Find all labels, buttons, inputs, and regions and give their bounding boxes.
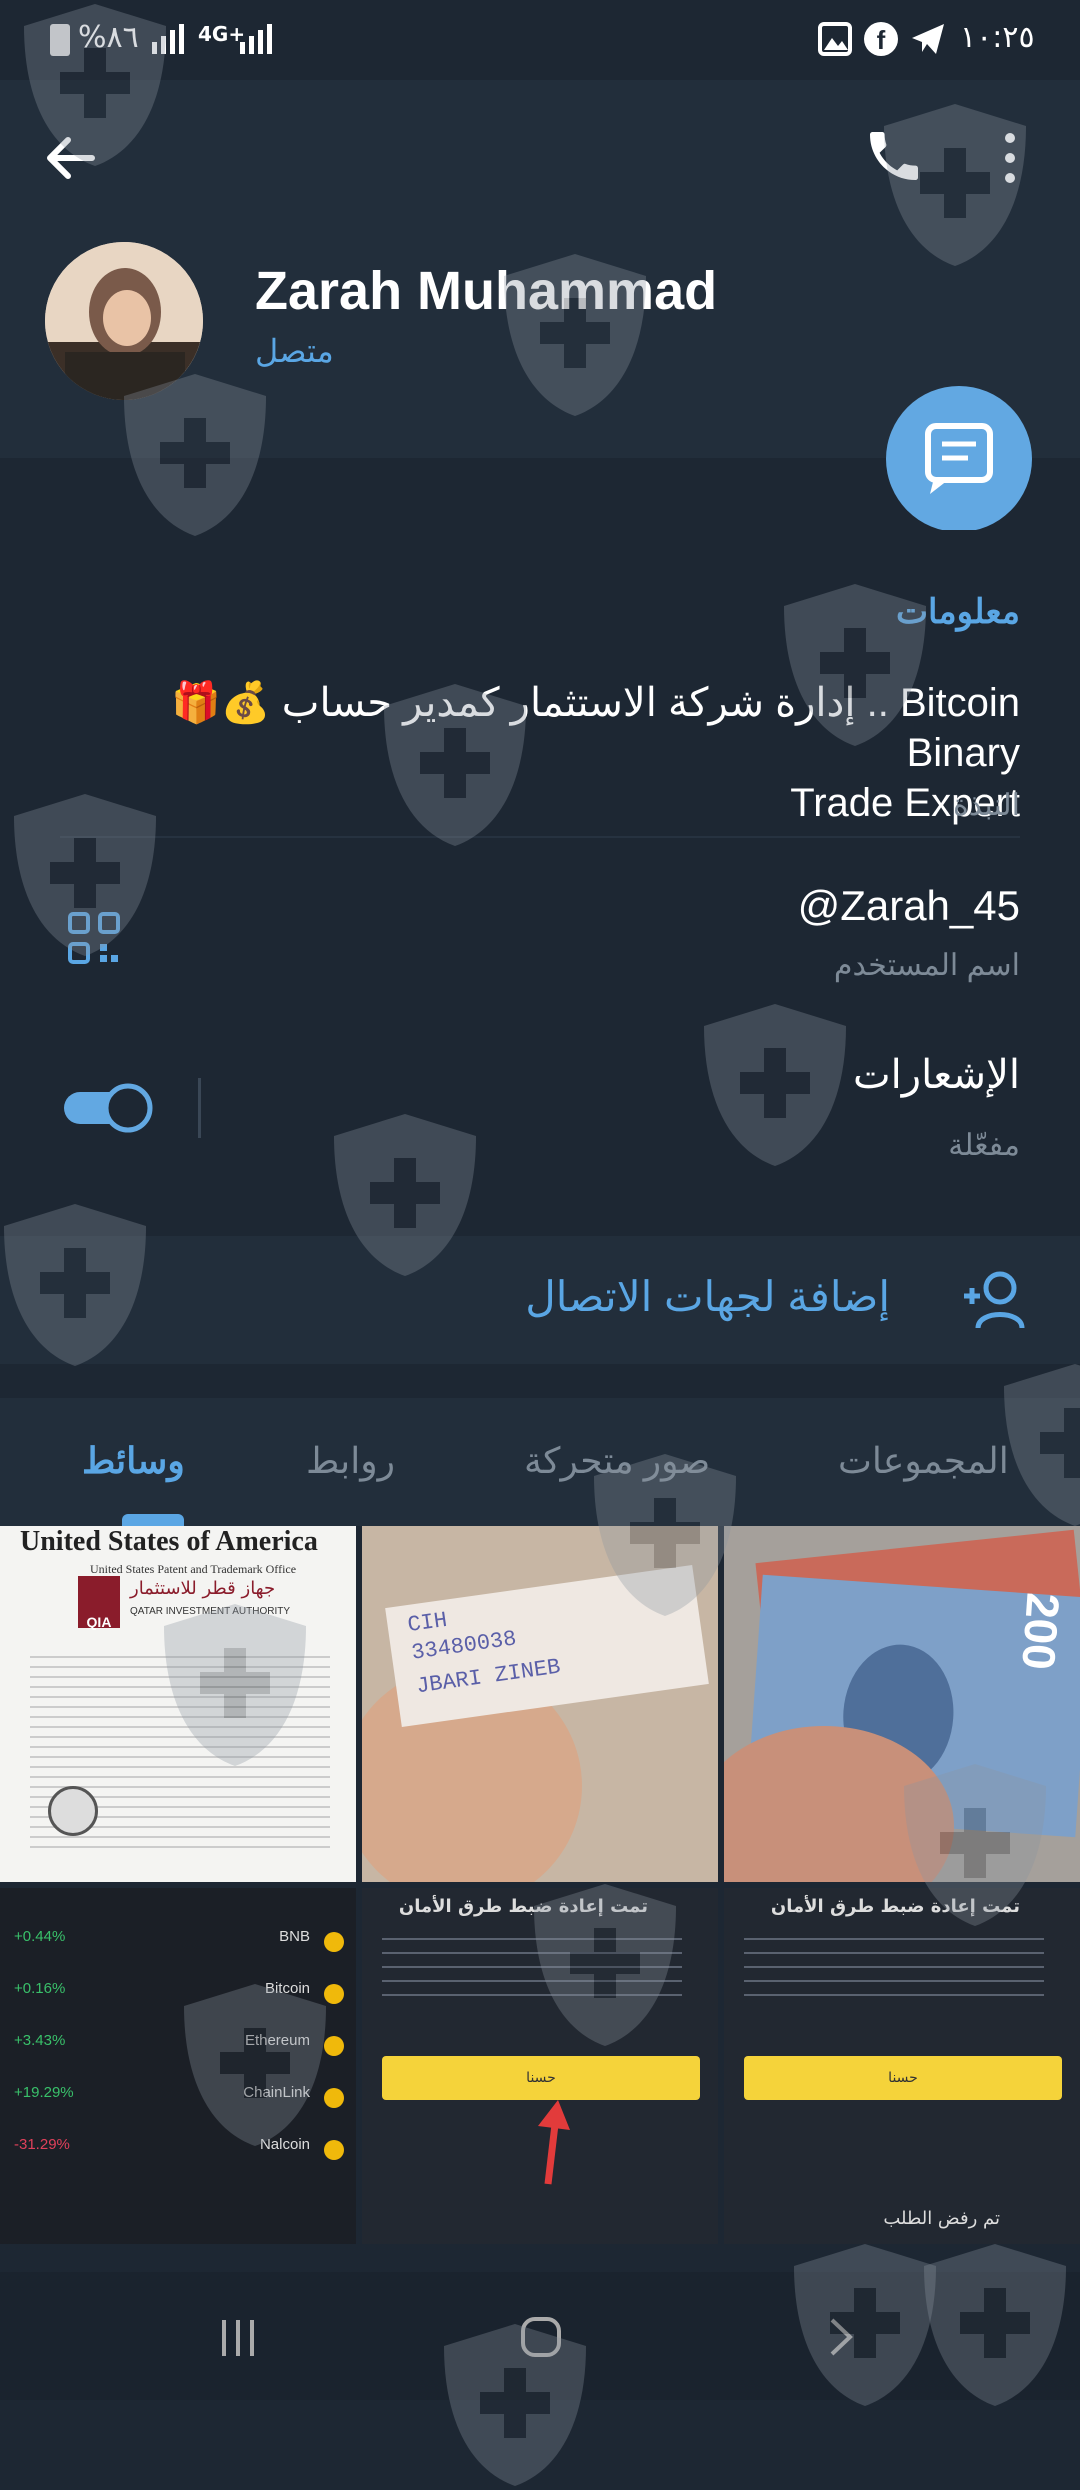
crypto-name: Bitcoin	[264, 1980, 310, 1997]
username[interactable]: @Zarah_45	[798, 882, 1020, 930]
crypto-change: +0.44%	[14, 1928, 66, 1945]
telegram-icon	[910, 22, 946, 56]
reset-title-1: تمت إعادة ضبط طرق الأمان	[398, 1896, 648, 1917]
reset-body-1	[382, 1938, 682, 1998]
ok-label-1: حسنا	[526, 2070, 556, 2086]
media-tabs: وسائط روابط صور متحركة المجموعات	[0, 1398, 1080, 1526]
info-section: معلومات Bitcoin .. إدارة شركة الاستثمار …	[0, 530, 1080, 1200]
avatar[interactable]	[45, 242, 203, 400]
active-tab-indicator	[122, 1514, 184, 1526]
crypto-name: ChainLink	[243, 2084, 310, 2101]
tab-media[interactable]: وسائط	[82, 1440, 185, 1482]
signal-icon	[150, 22, 190, 56]
divider	[60, 836, 1020, 838]
crypto-name: BNB	[279, 1928, 310, 1945]
paper-note: CIH 33480038 JBARI ZINEB	[385, 1565, 709, 1727]
add-user-icon	[960, 1266, 1028, 1334]
qr-code-icon[interactable]	[68, 912, 120, 964]
doc-seal	[48, 1786, 98, 1836]
more-options-icon[interactable]	[1000, 128, 1020, 188]
contact-name: Zarah Muhammad	[255, 261, 718, 321]
notifications-title: الإشعارات	[852, 1053, 1020, 1097]
doc-org-ar: جهاز قطر للاستثمار	[130, 1578, 276, 1599]
signal-icon-2	[238, 22, 278, 56]
ok-button-1[interactable]: حسنا	[382, 2056, 700, 2100]
battery-icon	[50, 24, 70, 56]
red-arrow-icon	[528, 2096, 578, 2186]
home-icon[interactable]	[520, 2316, 562, 2358]
online-status: متصل	[255, 333, 334, 369]
notifications-toggle[interactable]	[62, 1082, 154, 1134]
qia-logo: QIA	[78, 1576, 120, 1630]
username-label: اسم المستخدم	[833, 949, 1020, 982]
doc-title: United States of America	[20, 1526, 318, 1557]
status-bar: %٨٦ 4G+ f ١٠:٢٥	[0, 0, 1080, 80]
message-button[interactable]	[886, 386, 1032, 532]
crypto-coin-icon	[324, 2088, 344, 2108]
doc-subtitle: United States Patent and Trademark Offic…	[90, 1562, 297, 1576]
crypto-name: Nalcoin	[259, 2136, 310, 2153]
bio-line-2: Trade Expert	[790, 781, 1020, 825]
crypto-change: +19.29%	[14, 2084, 74, 2101]
system-nav-bar	[0, 2272, 1080, 2400]
facebook-icon: f	[864, 22, 898, 56]
banknote-value: 200	[1012, 1591, 1070, 1672]
media-thumbnail-certificate[interactable]: United States of America United States P…	[0, 1526, 356, 1882]
phone-icon[interactable]	[862, 124, 926, 188]
back-icon[interactable]	[826, 2316, 856, 2358]
tab-gifs[interactable]: صور متحركة	[524, 1440, 710, 1482]
crypto-coin-icon	[324, 1984, 344, 2004]
crypto-coin-icon	[324, 2140, 344, 2160]
info-section-title: معلومات	[895, 593, 1020, 631]
bio-line-1: Bitcoin .. إدارة شركة الاستثمار كمدير حس…	[171, 681, 1020, 775]
recents-icon[interactable]	[218, 2318, 258, 2358]
crypto-change: -31.29%	[14, 2136, 70, 2153]
media-thumbnail-crypto[interactable]: BNB +0.44% Bitcoin +0.16% Ethereum +3.43% Chai…	[0, 1888, 356, 2244]
crypto-change: +3.43%	[14, 2032, 66, 2049]
bio-text[interactable]: Bitcoin .. إدارة شركة الاستثمار كمدير حس…	[60, 678, 1020, 828]
note-line-1: CIH	[406, 1607, 449, 1639]
battery-level: %٨٦	[78, 20, 139, 55]
back-arrow-icon[interactable]	[40, 128, 100, 188]
media-thumbnail-reset-1[interactable]: تمت إعادة ضبط طرق الأمان حسنا	[362, 1888, 718, 2244]
crypto-list: BNB +0.44% Bitcoin +0.16% Ethereum +3.43% Chai…	[0, 1888, 356, 2244]
add-to-contacts-label: إضافة لجهات الاتصال	[525, 1273, 890, 1320]
tab-links[interactable]: روابط	[306, 1440, 395, 1482]
crypto-coin-icon	[324, 2036, 344, 2056]
tab-groups[interactable]: المجموعات	[838, 1440, 1009, 1482]
toggle-divider	[198, 1078, 201, 1138]
ok-button-2[interactable]: حسنا	[744, 2056, 1062, 2100]
notifications-state: مفعّلة	[948, 1129, 1020, 1162]
ok-label-2: حسنا	[888, 2070, 918, 2086]
reset-body-2	[744, 1938, 1044, 1998]
crypto-coin-icon	[324, 1932, 344, 1952]
media-thumbnail-reset-2[interactable]: تمت إعادة ضبط طرق الأمان حسنا تم رفض الط…	[724, 1888, 1080, 2244]
add-to-contacts-row[interactable]: إضافة لجهات الاتصال	[0, 1236, 1080, 1364]
reset-title-2: تمت إعادة ضبط طرق الأمان	[770, 1896, 1020, 1917]
crypto-name: Ethereum	[244, 2032, 310, 2049]
doc-org-en: QATAR INVESTMENT AUTHORITY	[130, 1606, 291, 1617]
bio-label: النبذة	[952, 789, 1020, 822]
request-rejected-text: تم رفض الطلب	[883, 2208, 1000, 2229]
media-thumbnail-banknotes[interactable]: 200	[724, 1526, 1080, 1882]
gallery-icon	[818, 22, 852, 56]
crypto-change: +0.16%	[14, 1980, 66, 1997]
media-thumbnail-note[interactable]: CIH 33480038 JBARI ZINEB	[362, 1526, 718, 1882]
clock: ١٠:٢٥	[960, 20, 1035, 55]
